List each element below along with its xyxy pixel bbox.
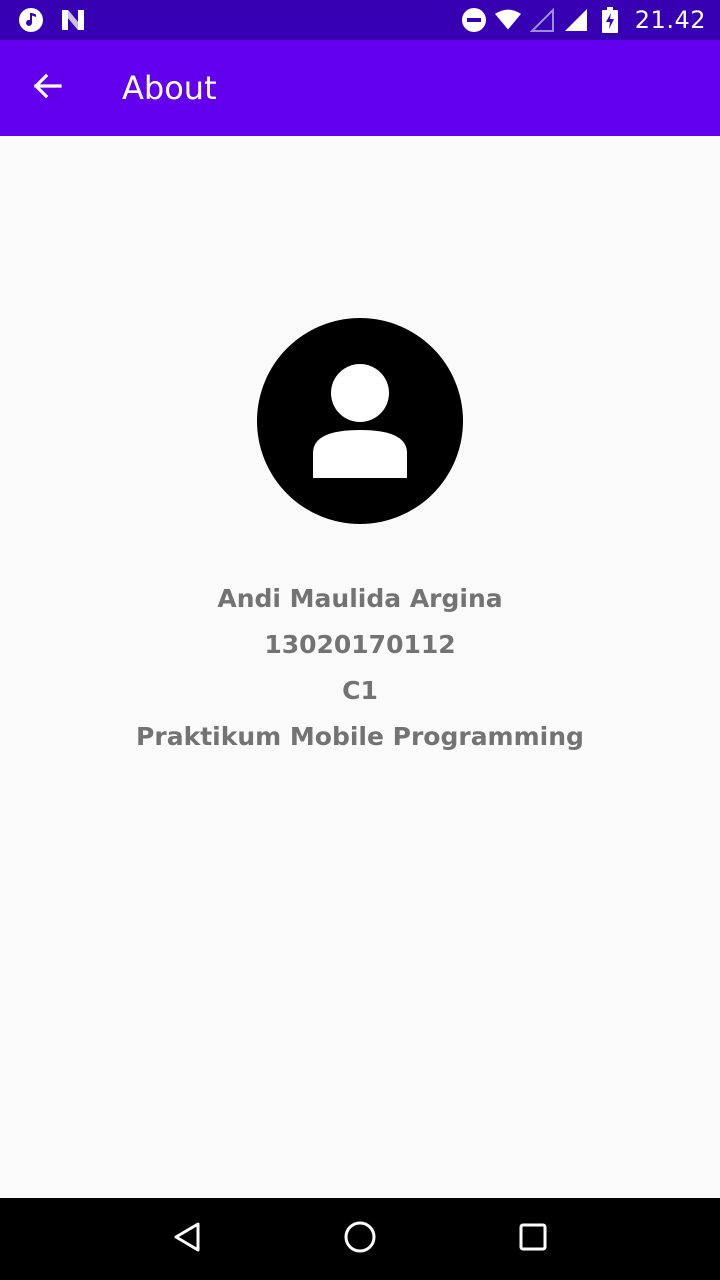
nav-recents-button[interactable] <box>503 1209 563 1269</box>
app-bar: About <box>0 40 720 136</box>
home-circle-icon <box>343 1220 377 1259</box>
status-bar: 21.42 <box>0 0 720 40</box>
status-time: 21.42 <box>634 6 706 34</box>
profile-info: Andi Maulida Argina 13020170112 C1 Prakt… <box>0 576 720 760</box>
profile-name: Andi Maulida Argina <box>217 584 503 613</box>
profile-student-id: 13020170112 <box>264 630 456 659</box>
status-left-icons <box>0 7 86 33</box>
nav-home-button[interactable] <box>330 1209 390 1269</box>
profile-class: C1 <box>342 676 378 705</box>
status-right-icons: 21.42 <box>461 6 720 34</box>
arrow-back-icon <box>32 70 64 107</box>
back-button[interactable] <box>0 40 96 136</box>
nav-back-button[interactable] <box>157 1209 217 1269</box>
back-triangle-icon <box>172 1221 202 1258</box>
recents-square-icon <box>518 1222 548 1257</box>
signal-empty-icon <box>529 7 555 33</box>
signal-icon <box>563 7 589 33</box>
about-content: Andi Maulida Argina 13020170112 C1 Prakt… <box>0 136 720 1198</box>
n-logo-icon <box>60 7 86 33</box>
page-title: About <box>122 69 217 107</box>
wifi-icon <box>494 7 521 33</box>
profile-course: Praktikum Mobile Programming <box>136 722 584 751</box>
account-circle-icon <box>257 318 463 524</box>
music-note-icon <box>18 7 44 33</box>
do-not-disturb-icon <box>461 7 487 33</box>
battery-charging-icon <box>597 7 623 33</box>
system-nav-bar <box>0 1198 720 1280</box>
